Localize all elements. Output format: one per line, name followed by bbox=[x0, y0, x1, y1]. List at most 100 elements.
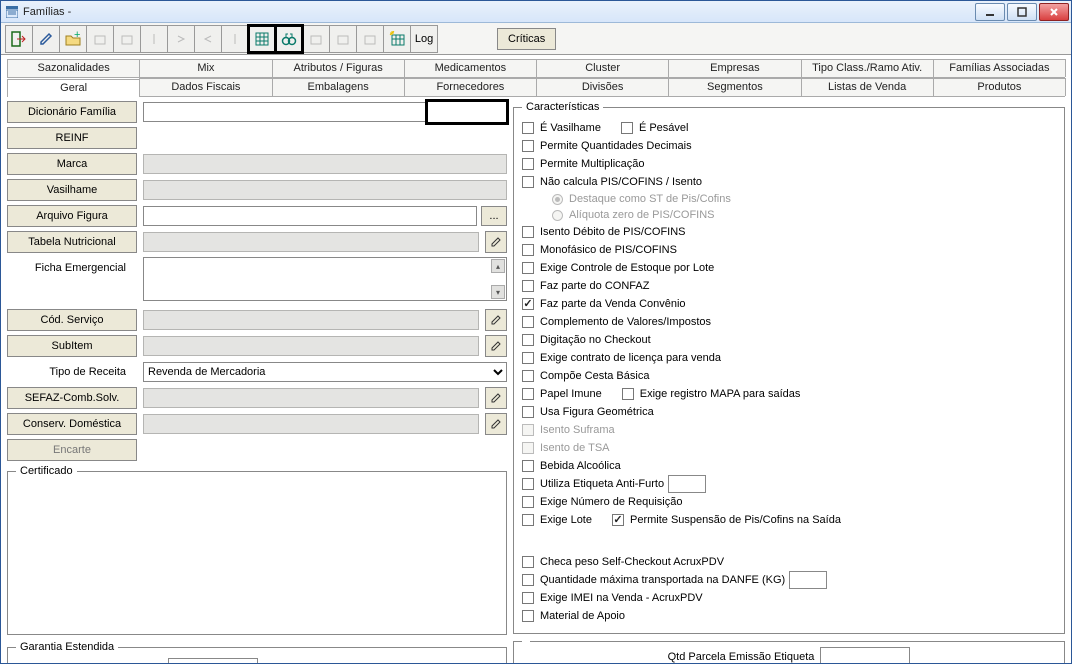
tab-sazonalidades[interactable]: Sazonalidades bbox=[7, 59, 140, 77]
qtd-danfe-input[interactable] bbox=[789, 571, 827, 589]
new-folder-icon[interactable]: + bbox=[59, 25, 87, 53]
chk-apoio[interactable] bbox=[522, 610, 534, 622]
chk-requisicao[interactable] bbox=[522, 496, 534, 508]
toolbar-btn-8[interactable] bbox=[194, 25, 222, 53]
radio-aliquota bbox=[552, 210, 563, 221]
tab-atributos[interactable]: Atributos / Figuras bbox=[272, 59, 405, 77]
chk-papel[interactable] bbox=[522, 388, 534, 400]
tab-tipo-class[interactable]: Tipo Class./Ramo Ativ. bbox=[801, 59, 934, 77]
exit-icon[interactable] bbox=[5, 25, 33, 53]
chk-complemento[interactable] bbox=[522, 316, 534, 328]
chk-checa-peso[interactable] bbox=[522, 556, 534, 568]
chk-multi[interactable] bbox=[522, 158, 534, 170]
chk-fig-geo[interactable] bbox=[522, 406, 534, 418]
lbl-imei: Exige IMEI na Venda - AcruxPDV bbox=[540, 592, 703, 604]
lbl-nao-pis: Não calcula PIS/COFINS / Isento bbox=[540, 176, 702, 188]
lbl-isento-deb: Isento Débito de PIS/COFINS bbox=[540, 226, 686, 238]
conserv-edit-button[interactable] bbox=[485, 413, 507, 435]
toolbar-btn-12[interactable] bbox=[302, 25, 330, 53]
toolbar-btn-5[interactable] bbox=[113, 25, 141, 53]
dicionario-code-box[interactable] bbox=[427, 101, 507, 123]
scroll-down-icon[interactable]: ▾ bbox=[491, 285, 505, 299]
arquivo-figura-browse-button[interactable]: ... bbox=[481, 206, 507, 226]
toolbar-btn-9[interactable] bbox=[221, 25, 249, 53]
cod-servico-label-button[interactable]: Cód. Serviço bbox=[7, 309, 137, 331]
tab-cluster[interactable]: Cluster bbox=[536, 59, 669, 77]
maximize-button[interactable] bbox=[1007, 3, 1037, 21]
chk-bebida[interactable] bbox=[522, 460, 534, 472]
anti-furto-input[interactable] bbox=[668, 475, 706, 493]
chk-vasilhame[interactable] bbox=[522, 122, 534, 134]
ficha-emergencial-textarea[interactable]: ▴ ▾ bbox=[143, 257, 507, 301]
toolbar-btn-13[interactable] bbox=[329, 25, 357, 53]
toolbar-btn-14[interactable] bbox=[356, 25, 384, 53]
subitem-edit-button[interactable] bbox=[485, 335, 507, 357]
chk-qtd-danfe[interactable] bbox=[522, 574, 534, 586]
chk-exige-lote[interactable] bbox=[522, 514, 534, 526]
tabela-nutricional-edit-button[interactable] bbox=[485, 231, 507, 253]
chk-cesta[interactable] bbox=[522, 370, 534, 382]
cod-servico-edit-button[interactable] bbox=[485, 309, 507, 331]
scroll-up-icon[interactable]: ▴ bbox=[491, 259, 505, 273]
tab-geral[interactable]: Geral bbox=[7, 79, 140, 97]
chk-anti-furto[interactable] bbox=[522, 478, 534, 490]
subitem-label-button[interactable]: SubItem bbox=[7, 335, 137, 357]
tab-dados-fiscais[interactable]: Dados Fiscais bbox=[139, 78, 272, 96]
chk-qtd-dec[interactable] bbox=[522, 140, 534, 152]
toolbar-btn-7[interactable] bbox=[167, 25, 195, 53]
vasilhame-label-button[interactable]: Vasilhame bbox=[7, 179, 137, 201]
tab-medicamentos[interactable]: Medicamentos bbox=[404, 59, 537, 77]
chk-nao-pis[interactable] bbox=[522, 176, 534, 188]
lbl-destaque: Destaque como ST de Pis/Cofins bbox=[569, 193, 731, 205]
tipo-receita-select[interactable]: Revenda de Mercadoria bbox=[143, 362, 507, 382]
chk-mono[interactable] bbox=[522, 244, 534, 256]
dicionario-input[interactable] bbox=[143, 102, 428, 122]
chk-mapa[interactable] bbox=[622, 388, 634, 400]
sefaz-edit-button[interactable] bbox=[485, 387, 507, 409]
chk-imei[interactable] bbox=[522, 592, 534, 604]
tab-produtos[interactable]: Produtos bbox=[933, 78, 1066, 96]
chk-permite-susp[interactable] bbox=[612, 514, 624, 526]
lbl-controle: Exige Controle de Estoque por Lote bbox=[540, 262, 714, 274]
chk-contrato[interactable] bbox=[522, 352, 534, 364]
garantia-legend: Garantia Estendida bbox=[16, 641, 118, 653]
minimize-button[interactable] bbox=[975, 3, 1005, 21]
lbl-fig-geo: Usa Figura Geométrica bbox=[540, 406, 654, 418]
new-grid-icon[interactable] bbox=[383, 25, 411, 53]
tab-listas-venda[interactable]: Listas de Venda bbox=[801, 78, 934, 96]
marca-label-button[interactable]: Marca bbox=[7, 153, 137, 175]
chk-venda-conv[interactable] bbox=[522, 298, 534, 310]
close-button[interactable] bbox=[1039, 3, 1069, 21]
arquivo-figura-input[interactable] bbox=[143, 206, 477, 226]
tab-embalagens[interactable]: Embalagens bbox=[272, 78, 405, 96]
criticas-button[interactable]: Críticas bbox=[497, 28, 556, 50]
chk-isento-deb[interactable] bbox=[522, 226, 534, 238]
tab-segmentos[interactable]: Segmentos bbox=[668, 78, 801, 96]
log-button[interactable]: Log bbox=[410, 25, 438, 53]
reinf-button[interactable]: REINF bbox=[7, 127, 137, 149]
chk-pesavel[interactable] bbox=[621, 122, 633, 134]
grid-icon[interactable] bbox=[248, 25, 276, 53]
textarea-scrollbar[interactable]: ▴ ▾ bbox=[491, 259, 505, 299]
pencil-icon[interactable] bbox=[32, 25, 60, 53]
toolbar-btn-6[interactable] bbox=[140, 25, 168, 53]
sefaz-display bbox=[143, 388, 479, 408]
binoculars-icon[interactable] bbox=[275, 25, 303, 53]
chk-confaz[interactable] bbox=[522, 280, 534, 292]
sefaz-label-button[interactable]: SEFAZ-Comb.Solv. bbox=[7, 387, 137, 409]
tab-familias-assoc[interactable]: Famílias Associadas bbox=[933, 59, 1066, 77]
conserv-label-button[interactable]: Conserv. Doméstica bbox=[7, 413, 137, 435]
chk-checkout[interactable] bbox=[522, 334, 534, 346]
tab-fornecedores[interactable]: Fornecedores bbox=[404, 78, 537, 96]
encarte-button[interactable]: Encarte bbox=[7, 439, 137, 461]
toolbar-btn-4[interactable] bbox=[86, 25, 114, 53]
dicionario-label-button[interactable]: Dicionário Família bbox=[7, 101, 137, 123]
chk-controle[interactable] bbox=[522, 262, 534, 274]
tab-mix[interactable]: Mix bbox=[139, 59, 272, 77]
tab-empresas[interactable]: Empresas bbox=[668, 59, 801, 77]
dias-garantia-input[interactable] bbox=[168, 658, 258, 664]
qtd-parcela-input[interactable] bbox=[820, 647, 910, 664]
arquivo-figura-label-button[interactable]: Arquivo Figura bbox=[7, 205, 137, 227]
tab-divisoes[interactable]: Divisões bbox=[536, 78, 669, 96]
tabela-nutricional-label-button[interactable]: Tabela Nutricional bbox=[7, 231, 137, 253]
